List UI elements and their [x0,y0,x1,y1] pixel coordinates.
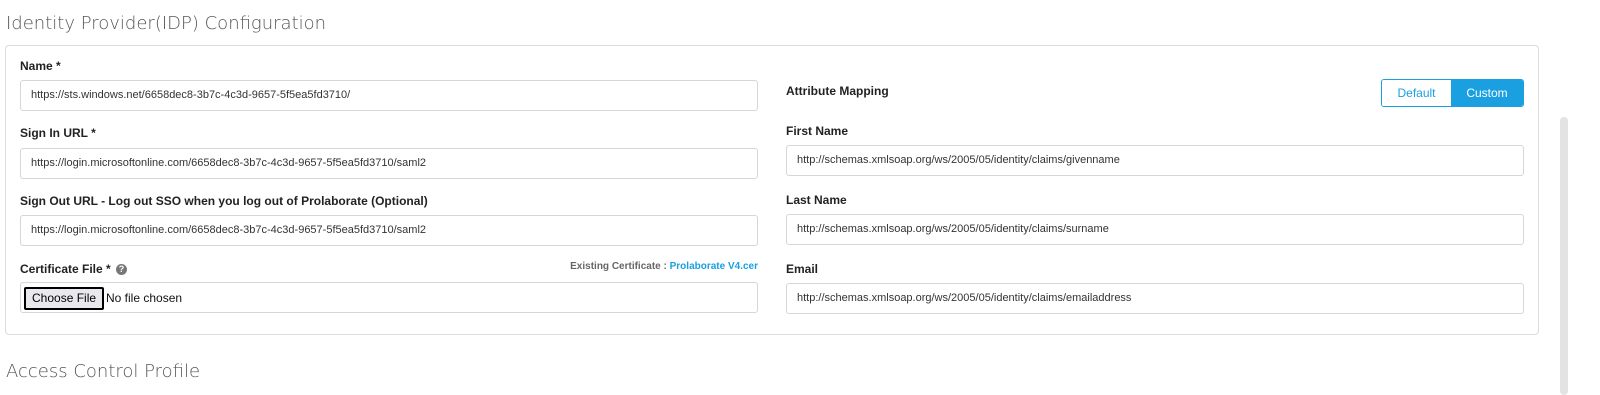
certificate-file-label: Certificate File * ? [20,262,128,276]
custom-toggle-button[interactable]: Custom [1451,80,1523,106]
signout-url-label: Sign Out URL - Log out SSO when you log … [20,194,428,208]
email-input[interactable]: http://schemas.xmlsoap.org/ws/2005/05/id… [786,283,1524,314]
first-name-input[interactable]: http://schemas.xmlsoap.org/ws/2005/05/id… [786,145,1524,176]
name-input[interactable]: https://sts.windows.net/6658dec8-3b7c-4c… [20,80,758,111]
signin-url-label: Sign In URL * [20,126,96,140]
access-control-section-title: Access Control Profile [6,361,201,382]
attribute-mapping-toggle: Default Custom [1381,79,1524,107]
email-label: Email [786,262,819,276]
last-name-label: Last Name [786,193,847,207]
signout-url-input[interactable]: https://login.microsoftonline.com/6658de… [20,215,758,246]
no-file-chosen-text: No file chosen [106,291,183,305]
attribute-mapping-label: Attribute Mapping [786,84,889,98]
default-toggle-button[interactable]: Default [1382,80,1451,106]
name-label: Name * [20,59,61,73]
first-name-label: First Name [786,124,849,138]
last-name-input[interactable]: http://schemas.xmlsoap.org/ws/2005/05/id… [786,214,1524,245]
existing-certificate-link[interactable]: Prolaborate V4.cer [670,261,758,272]
existing-certificate: Existing Certificate : Prolaborate V4.ce… [570,261,758,272]
existing-certificate-label: Existing Certificate : [570,261,667,272]
vertical-scrollbar[interactable] [1560,117,1568,395]
choose-file-button[interactable]: Choose File [24,287,105,310]
help-icon[interactable]: ? [116,264,128,276]
idp-section-title: Identity Provider(IDP) Configuration [6,13,327,34]
signin-url-input[interactable]: https://login.microsoftonline.com/6658de… [20,148,758,179]
certificate-file-label-text: Certificate File * [20,262,111,276]
